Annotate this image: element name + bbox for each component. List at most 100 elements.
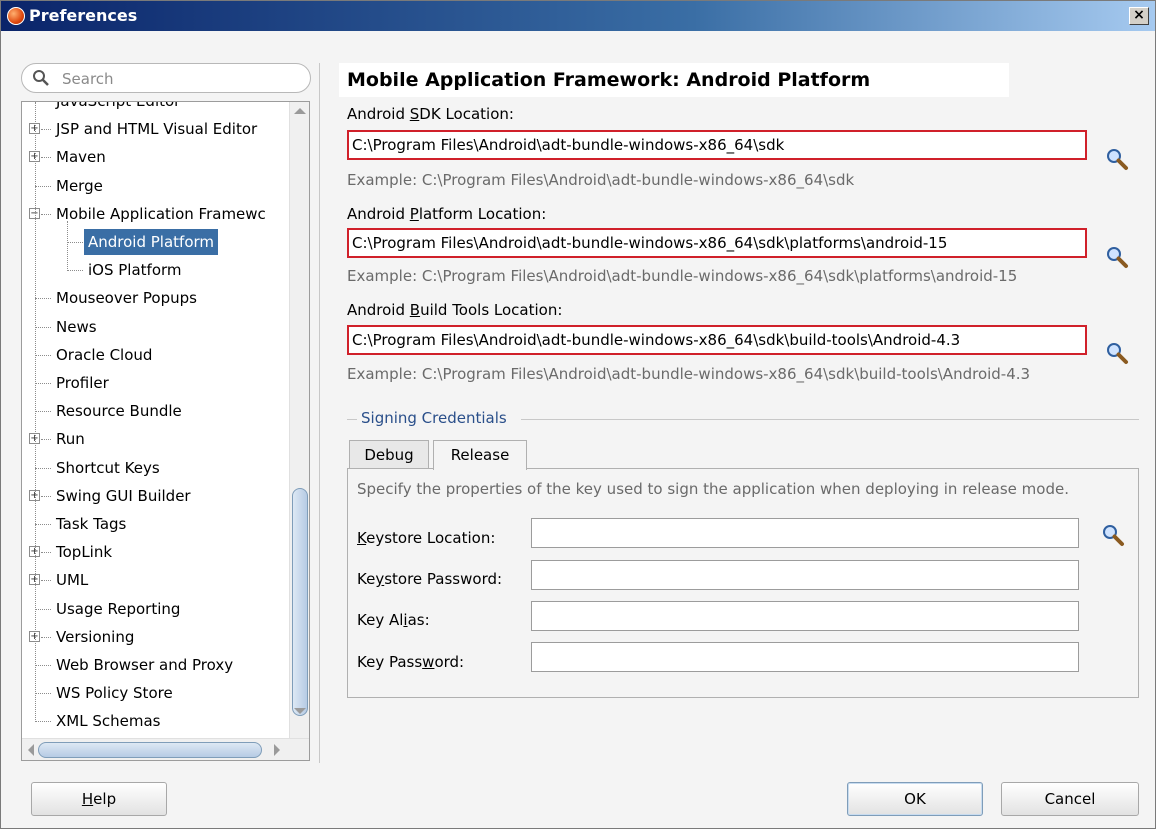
tree-item-label: Android Platform (84, 229, 219, 255)
tree-item-label: Versioning (56, 627, 135, 646)
tree-connector (35, 298, 51, 300)
platform-location-field[interactable]: C:\Program Files\Android\adt-bundle-wind… (347, 228, 1087, 258)
tree-item[interactable]: + TopLink (22, 539, 288, 565)
tree-item-label: XML Schemas (56, 712, 161, 731)
build-tools-example-text: Example: C:\Program Files\Android\adt-bu… (347, 365, 1031, 383)
tree-item-label: Mouseover Popups (56, 289, 197, 308)
tree-item[interactable]: + Maven (22, 144, 288, 170)
tree-connector (41, 439, 51, 441)
tree-item[interactable]: Usage Reporting (22, 596, 288, 622)
tree-guide-line (67, 220, 68, 272)
signing-divider-left (347, 419, 357, 420)
tree-connector (35, 185, 51, 187)
tree-item-label: Web Browser and Proxy (56, 656, 234, 674)
sdk-location-label: Android SDK Location: (347, 105, 514, 123)
keystore-location-input[interactable] (531, 518, 1079, 548)
tree-connector (41, 636, 51, 638)
tree-item-label: Swing GUI Builder (56, 486, 191, 505)
window-title: Preferences (29, 6, 138, 25)
signing-divider-right (521, 419, 1139, 420)
tree-connector (35, 101, 51, 102)
tab-release[interactable]: Release (433, 440, 527, 470)
tree-item-label: Run (56, 430, 85, 449)
search-icon (33, 70, 49, 86)
tree-item[interactable]: + Versioning (22, 624, 288, 650)
tree-connector (67, 270, 83, 272)
tree-item[interactable]: iOS Platform (22, 257, 288, 283)
tree-item[interactable]: Android Platform (22, 229, 288, 255)
tree-item[interactable]: Task Tags (22, 511, 288, 537)
scroll-right-arrow-icon[interactable] (274, 744, 280, 756)
tree-item[interactable]: − Mobile Application Framewc (22, 201, 288, 227)
key-password-label: Key Password: (357, 653, 465, 671)
tree-connector (35, 326, 51, 328)
tree-item[interactable]: Mouseover Popups (22, 285, 288, 311)
sdk-example-text: Example: C:\Program Files\Android\adt-bu… (347, 171, 855, 189)
tree-item[interactable]: Shortcut Keys (22, 455, 288, 481)
platform-example-text: Example: C:\Program Files\Android\adt-bu… (347, 267, 1018, 285)
tree-item-label: JSP and HTML Visual Editor (56, 120, 258, 139)
tree-item[interactable]: Profiler (22, 370, 288, 396)
tree-item-label: News (56, 317, 97, 336)
ok-button[interactable]: OK (847, 782, 983, 816)
tree-item[interactable]: Oracle Cloud (22, 342, 288, 368)
tree-item-label: Oracle Cloud (56, 345, 153, 364)
tree-item-label: Mobile Application Framewc (56, 204, 266, 223)
build-tools-location-field[interactable]: C:\Program Files\Android\adt-bundle-wind… (347, 325, 1087, 355)
tree-item-label: UML (56, 571, 89, 590)
tree-connector (41, 213, 51, 215)
tree-item-label: Task Tags (56, 515, 127, 533)
tree-horizontal-scrollbar[interactable] (22, 738, 309, 760)
tree-item-label: Usage Reporting (56, 599, 181, 618)
tree-connector (41, 580, 51, 582)
search-input[interactable] (60, 68, 300, 90)
key-alias-label: Key Alias: (357, 611, 430, 629)
help-button[interactable]: Help (31, 782, 167, 816)
tree-item[interactable]: + Swing GUI Builder (22, 483, 288, 509)
pane-splitter[interactable] (319, 63, 320, 763)
tree-item[interactable]: XML Schemas (22, 708, 288, 734)
sdk-browse-search-icon[interactable] (1105, 147, 1129, 171)
preferences-tree: JavaScript Editor + JSP and HTML Visual Ed… (21, 101, 310, 761)
tree-item[interactable]: + JSP and HTML Visual Editor (22, 116, 288, 142)
tree-item-label: TopLink (56, 543, 113, 562)
tab-debug[interactable]: Debug (349, 440, 429, 469)
tree-item[interactable]: Web Browser and Proxy (22, 652, 288, 678)
tree-item[interactable]: + UML (22, 567, 288, 593)
horizontal-scroll-thumb[interactable] (38, 742, 262, 758)
oracle-app-icon (7, 7, 25, 25)
tree-item[interactable]: JavaScript Editor (22, 101, 288, 114)
tree-connector (41, 157, 51, 159)
scroll-left-arrow-icon[interactable] (28, 744, 34, 756)
keystore-password-input[interactable] (531, 560, 1079, 590)
cancel-button[interactable]: Cancel (1001, 782, 1139, 816)
scroll-thumb[interactable] (292, 488, 308, 716)
title-bar: Preferences × (1, 1, 1155, 31)
keystore-password-label: Keystore Password: (357, 570, 503, 588)
tree-connector (35, 411, 51, 413)
platform-browse-search-icon[interactable] (1105, 245, 1129, 269)
platform-location-label: Android Platform Location: (347, 205, 547, 223)
keystore-location-label: Keystore Location: (357, 529, 496, 547)
keystore-browse-search-icon[interactable] (1101, 523, 1125, 547)
close-button[interactable]: × (1129, 7, 1149, 25)
tree-item[interactable]: WS Policy Store (22, 680, 288, 706)
tree-item[interactable]: + Run (22, 426, 288, 452)
tree-item[interactable]: News (22, 314, 288, 340)
tree-connector (41, 129, 51, 131)
key-password-input[interactable] (531, 642, 1079, 672)
sdk-location-field[interactable]: C:\Program Files\Android\adt-bundle-wind… (347, 130, 1087, 160)
scroll-up-arrow-icon[interactable] (294, 108, 306, 114)
key-alias-input[interactable] (531, 601, 1079, 631)
tree-item-label: WS Policy Store (56, 684, 173, 703)
build-tools-location-label: Android Build Tools Location: (347, 301, 563, 319)
tree-item-label: Maven (56, 148, 106, 167)
tree-vertical-scrollbar[interactable] (289, 102, 309, 738)
tree-item[interactable]: Resource Bundle (22, 398, 288, 424)
tree-item[interactable]: Merge (22, 173, 288, 199)
page-title: Mobile Application Framework: Android Pl… (339, 63, 1009, 97)
tree-connector (35, 354, 51, 356)
tree-connector (67, 242, 83, 243)
scroll-down-arrow-icon[interactable] (294, 708, 306, 714)
build-tools-browse-search-icon[interactable] (1105, 341, 1129, 365)
